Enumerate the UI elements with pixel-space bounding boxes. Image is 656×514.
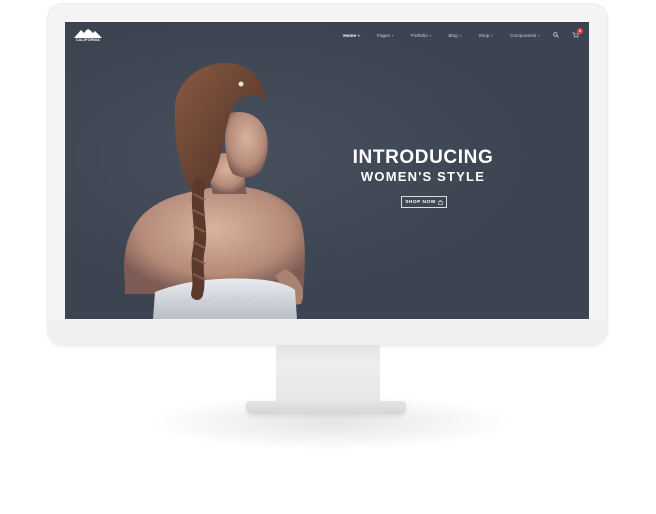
nav-item-blog[interactable]: Blog +	[448, 33, 461, 38]
monitor-stand-neck	[276, 345, 380, 403]
hero-title: INTRODUCING	[352, 147, 494, 168]
nav-label: Home	[343, 32, 357, 38]
nav-item-home[interactable]: Home +	[343, 33, 360, 38]
logo-text: CALIFORNIA	[75, 38, 101, 42]
monitor-chin	[47, 320, 608, 345]
nav-item-shop[interactable]: Shop +	[479, 33, 494, 38]
nav-label: Portfolio	[410, 32, 428, 38]
shopping-bag-icon	[438, 199, 443, 205]
nav-item-pages[interactable]: Pages +	[377, 33, 394, 38]
nav-label: Components	[510, 32, 537, 38]
shop-now-button[interactable]: SHOP NOW	[401, 196, 447, 208]
monitor-screen: CALIFORNIA Home + Pages + Portfolio + Bl…	[65, 22, 589, 319]
nav-plus: +	[459, 32, 462, 38]
main-nav: Home + Pages + Portfolio + Blog + Shop +…	[326, 28, 583, 40]
site-logo[interactable]: CALIFORNIA	[73, 27, 103, 43]
nav-plus: +	[537, 32, 540, 38]
hero-model-image	[124, 63, 305, 319]
monitor-stand-base	[246, 401, 406, 414]
nav-label: Blog	[448, 32, 458, 38]
cart-button[interactable]: 0	[572, 28, 583, 38]
search-icon	[553, 32, 559, 38]
nav-label: Pages	[376, 32, 390, 38]
nav-item-components[interactable]: Components +	[510, 33, 540, 38]
search-button[interactable]	[553, 32, 559, 38]
nav-item-portfolio[interactable]: Portfolio +	[411, 33, 432, 38]
nav-plus: +	[391, 32, 394, 38]
nav-plus: +	[490, 32, 494, 38]
nav-label: Shop	[478, 32, 490, 38]
nav-plus: +	[429, 32, 432, 38]
shop-now-label: SHOP NOW	[405, 199, 436, 205]
cart-count-badge: 0	[577, 28, 583, 34]
hero-subtitle: WOMEN'S STYLE	[360, 169, 486, 184]
nav-plus: +	[357, 32, 360, 38]
